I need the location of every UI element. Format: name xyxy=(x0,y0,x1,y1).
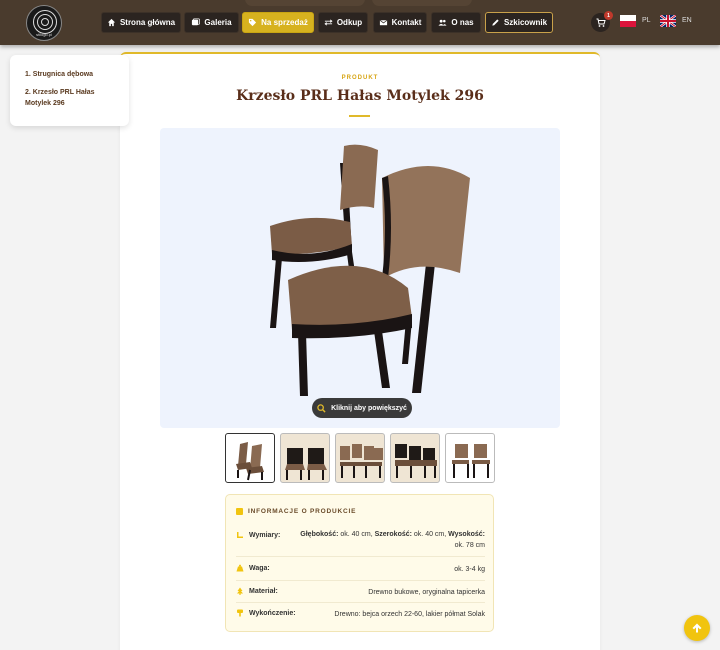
nav-gallery-button[interactable]: Galeria xyxy=(184,12,239,33)
title-divider xyxy=(349,115,370,117)
nav-gallery-label: Galeria xyxy=(204,18,232,27)
chairs-photo xyxy=(270,144,470,396)
finish-value: Drewno: bejca orzech 22-60, lakier półma… xyxy=(334,611,485,618)
thumbnail-1[interactable] xyxy=(225,433,275,483)
weight-icon xyxy=(236,564,244,572)
nav-about-label: O nas xyxy=(451,18,474,27)
thumbnail-5[interactable] xyxy=(445,433,495,483)
lang-en-label[interactable]: EN xyxy=(682,17,692,24)
nav-contact-button[interactable]: Kontakt xyxy=(373,12,427,33)
weight-label: Waga: xyxy=(236,564,270,572)
tag-icon xyxy=(249,18,257,27)
nav-buyout-button[interactable]: Odkup xyxy=(318,12,368,33)
info-row-finish: Wykończenie: Drewno: bejca orzech 22-60,… xyxy=(236,603,485,625)
scroll-to-top-button[interactable] xyxy=(684,615,710,641)
product-card: PRODUKT Krzesło PRL Hałas Motylek 296 Kl… xyxy=(120,52,600,650)
weight-value: ok. 3-4 kg xyxy=(454,566,485,573)
depth-label: Głębokość: xyxy=(300,531,339,538)
info-heading: INFORMACJE O PRODUKCIE xyxy=(236,508,356,515)
nav-about-button[interactable]: O nas xyxy=(431,12,481,33)
cart-icon xyxy=(596,18,606,27)
thumbnail-1-image xyxy=(236,442,264,481)
dimensions-value: Głębokość: ok. 40 cm, Szerokość: ok. 40 … xyxy=(300,529,485,551)
nav-sale-button[interactable]: Na sprzedaż xyxy=(242,12,314,33)
material-value: Drewno bukowe, oryginalna tapicerka xyxy=(368,589,485,596)
nav-sketch-label: Szkicownik xyxy=(503,18,548,27)
home-icon xyxy=(107,18,116,27)
hidden-add-to-cart-button xyxy=(245,0,365,6)
cart-count-badge: 1 xyxy=(604,11,613,20)
nav-home-label: Strona główna xyxy=(119,18,176,27)
product-main-image[interactable] xyxy=(160,128,560,428)
ruler-icon xyxy=(237,532,243,538)
product-eyebrow: PRODUKT xyxy=(341,75,379,81)
finish-label-text: Wykończenie: xyxy=(249,609,296,617)
height-value: ok. 78 cm xyxy=(454,542,485,549)
weight-label-text: Waga: xyxy=(249,564,270,572)
tree-icon xyxy=(237,587,243,595)
top-navbar: stilogo.pl Strona główna Galeria Na sprz… xyxy=(0,0,720,45)
users-icon xyxy=(438,19,447,26)
thumbnail-3[interactable] xyxy=(335,433,385,483)
toc-item-1[interactable]: 1. Strugnica dębowa xyxy=(25,69,114,80)
site-logo[interactable]: stilogo.pl xyxy=(26,5,62,41)
product-info-box: INFORMACJE O PRODUKCIE Wymiary: Głębokoś… xyxy=(225,494,494,632)
width-value: ok. 40 cm, xyxy=(411,531,449,538)
material-label-text: Materiał: xyxy=(249,587,278,595)
dimensions-label: Wymiary: xyxy=(236,531,280,539)
nav-sketch-button[interactable]: Szkicownik xyxy=(485,12,553,33)
images-icon xyxy=(192,18,201,26)
en-flag-icon[interactable] xyxy=(660,15,676,27)
width-label: Szerokość: xyxy=(374,531,412,538)
thumbnail-4-image xyxy=(395,444,437,478)
logo-text: stilogo.pl xyxy=(36,32,52,37)
pencil-icon xyxy=(492,19,499,26)
product-title: Krzesło PRL Hałas Motylek 296 xyxy=(236,88,484,104)
depth-value: ok. 40 cm, xyxy=(338,531,375,538)
finish-label: Wykończenie: xyxy=(236,609,296,617)
lang-pl-label[interactable]: PL xyxy=(642,17,651,24)
height-label: Wysokość: xyxy=(448,531,485,538)
table-of-contents: 1. Strugnica dębowa 2. Krzesło PRL Hałas… xyxy=(10,55,129,126)
zoom-label: Kliknij aby powiększyć xyxy=(331,404,407,412)
thumbnail-4[interactable] xyxy=(390,433,440,483)
pl-flag-icon[interactable] xyxy=(620,15,636,27)
dimensions-label-text: Wymiary: xyxy=(249,531,281,539)
exchange-icon xyxy=(324,19,333,26)
toc-item-2[interactable]: 2. Krzesło PRL Hałas Motylek 296 xyxy=(25,87,114,109)
info-box-icon xyxy=(236,508,243,515)
nav-sale-label: Na sprzedaż xyxy=(261,18,308,27)
zoom-button[interactable]: Kliknij aby powiększyć xyxy=(312,398,412,418)
search-icon xyxy=(317,403,326,413)
arrow-up-icon xyxy=(692,623,702,633)
envelope-icon xyxy=(379,19,387,26)
thumbnail-2-image xyxy=(285,448,327,480)
nav-buyout-label: Odkup xyxy=(336,18,363,27)
paint-brush-icon xyxy=(237,609,243,617)
thumbnail-5-image xyxy=(452,444,490,478)
info-row-weight: Waga: ok. 3-4 kg xyxy=(236,557,485,581)
material-label: Materiał: xyxy=(236,587,278,595)
nav-home-button[interactable]: Strona główna xyxy=(101,12,181,33)
info-heading-label: INFORMACJE O PRODUKCIE xyxy=(248,508,357,515)
nav-contact-label: Kontakt xyxy=(391,18,422,27)
thumbnail-2[interactable] xyxy=(280,433,330,483)
info-row-material: Materiał: Drewno bukowe, oryginalna tapi… xyxy=(236,581,485,603)
hidden-ask-button xyxy=(372,0,472,6)
info-row-dimensions: Wymiary: Głębokość: ok. 40 cm, Szerokość… xyxy=(236,527,485,557)
thumbnail-3-image xyxy=(340,444,383,478)
